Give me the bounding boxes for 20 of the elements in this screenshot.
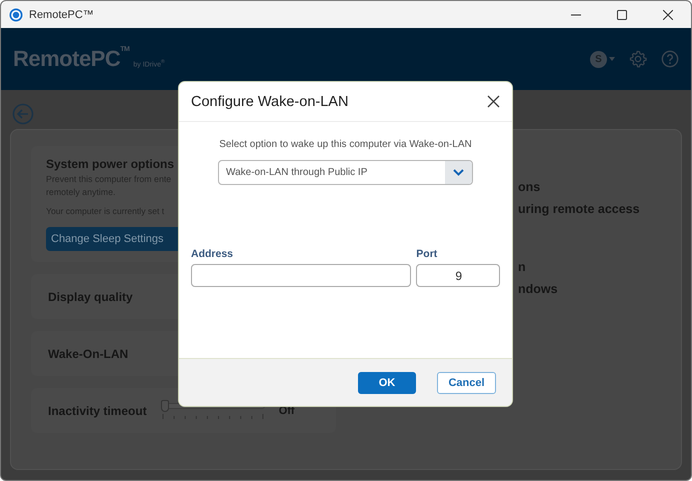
wake-method-dropdown[interactable]: Wake-on-LAN through Public IP — [218, 160, 473, 185]
logo: RemotePC$^{TM}$ — [13, 46, 130, 72]
maximize-icon[interactable] — [617, 10, 627, 20]
close-icon[interactable] — [487, 95, 500, 108]
back-icon[interactable] — [12, 103, 34, 125]
cancel-button[interactable]: Cancel — [437, 372, 496, 394]
help-icon[interactable] — [661, 50, 679, 68]
instruction-text: Select option to wake up this computer via Wake-on-LAN — [218, 139, 473, 150]
settings-icon[interactable] — [629, 50, 647, 68]
caret-icon[interactable] — [609, 57, 615, 61]
field-label: Port — [416, 248, 438, 260]
address-field[interactable] — [191, 264, 412, 287]
close-icon[interactable] — [663, 10, 673, 20]
port-field[interactable]: 9 — [416, 264, 500, 287]
app-icon — [9, 8, 23, 22]
ok-button[interactable]: OK — [358, 372, 416, 394]
dialog-title: Configure Wake-on-LAN — [191, 94, 348, 110]
chevron-down-icon — [453, 169, 464, 176]
field-label: Address — [191, 248, 234, 260]
window-title: RemotePC™ — [29, 8, 94, 20]
